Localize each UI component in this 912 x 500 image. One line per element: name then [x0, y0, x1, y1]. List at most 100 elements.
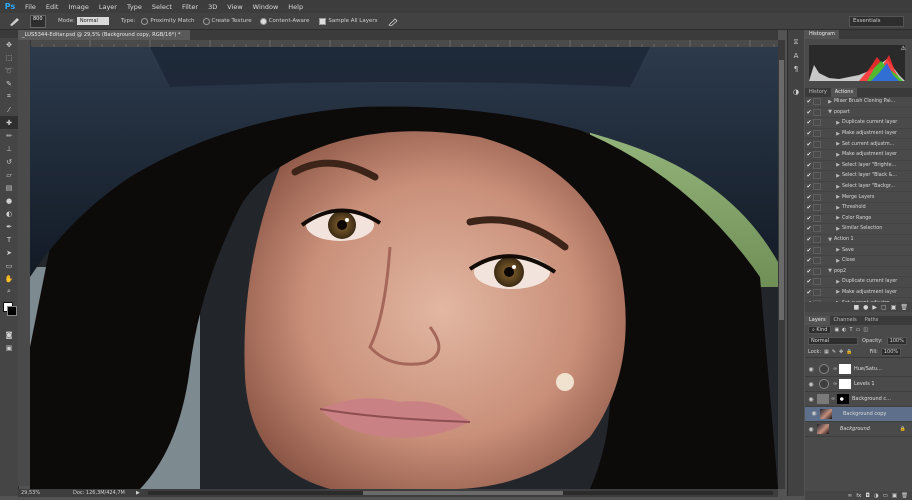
horizontal-scroll-thumb[interactable] — [363, 491, 563, 495]
action-enabled-check-icon[interactable]: ✔ — [805, 268, 813, 275]
document-tab[interactable]: _LUS5344-Editar.psd @ 29,5% (Background … — [18, 30, 190, 40]
action-enabled-check-icon[interactable]: ✔ — [805, 194, 813, 201]
tab-layers[interactable]: Layers — [805, 316, 830, 325]
dialog-toggle[interactable] — [813, 214, 821, 222]
filter-type-icon[interactable]: T — [850, 327, 853, 333]
layer-thumbnail[interactable] — [820, 409, 832, 419]
expanded-triangle-icon[interactable]: ▼ — [826, 109, 834, 115]
move-icon[interactable]: ✥ — [0, 38, 18, 51]
clone-stamp-icon[interactable]: ⊥ — [0, 142, 18, 155]
new-layer-icon[interactable]: ▣ — [892, 493, 897, 499]
new-action-icon[interactable]: ▣ — [891, 304, 897, 311]
layer-mask-thumbnail[interactable] — [839, 379, 851, 389]
quick-mask-icon[interactable]: ◙ — [0, 328, 18, 341]
action-row[interactable]: ✔ ▶ Merge Layers — [805, 192, 912, 203]
dialog-toggle[interactable] — [813, 225, 821, 233]
vertical-scrollbar[interactable] — [778, 40, 785, 489]
screen-mode-icon[interactable]: ▣ — [0, 341, 18, 354]
adjustment-layer-icon[interactable] — [819, 364, 829, 374]
menu-file[interactable]: File — [20, 3, 41, 11]
marquee-icon[interactable]: ⬚ — [0, 51, 18, 64]
dialog-toggle[interactable] — [813, 98, 821, 106]
dialog-toggle[interactable] — [813, 108, 821, 116]
action-row[interactable]: ✔ ▶ Make adjustment layer — [805, 129, 912, 140]
eyedropper-icon[interactable]: ⁄ — [0, 103, 18, 116]
action-enabled-check-icon[interactable]: ✔ — [805, 204, 813, 211]
menu-layer[interactable]: Layer — [94, 3, 122, 11]
adjustments-panel-icon[interactable]: ◑ — [788, 85, 804, 98]
dialog-toggle[interactable] — [813, 193, 821, 201]
action-row[interactable]: ✔ ▶ Make adjustment layer — [805, 150, 912, 161]
action-row[interactable]: ✔ ▶ Duplicate current layer — [805, 118, 912, 129]
collapsed-triangle-icon[interactable]: ▶ — [834, 205, 842, 211]
collapsed-triangle-icon[interactable]: ▶ — [834, 120, 842, 126]
dialog-toggle[interactable] — [813, 299, 821, 302]
action-row[interactable]: ✔ ▶ Threshold — [805, 203, 912, 214]
menu-3d[interactable]: 3D — [203, 3, 222, 11]
action-row[interactable]: ✔ ▼ Action 1 — [805, 235, 912, 246]
sample-all-layers-checkbox[interactable] — [319, 17, 327, 25]
lock-position-icon[interactable]: ✥ — [839, 349, 843, 355]
collapsed-triangle-icon[interactable]: ▶ — [834, 194, 842, 200]
visibility-eye-icon[interactable]: ◉ — [805, 426, 817, 433]
radio-content-aware[interactable] — [259, 17, 267, 25]
dialog-toggle[interactable] — [813, 288, 821, 296]
delete-layer-icon[interactable]: 🗑 — [901, 493, 908, 499]
menu-image[interactable]: Image — [63, 3, 93, 11]
collapsed-triangle-icon[interactable]: ▶ — [826, 99, 834, 105]
action-enabled-check-icon[interactable]: ✔ — [805, 247, 813, 254]
menu-view[interactable]: View — [222, 3, 247, 11]
dodge-icon[interactable]: ◐ — [0, 207, 18, 220]
action-row[interactable]: ✔ ▶ Similar Selection — [805, 224, 912, 235]
action-row[interactable]: ✔ ▶ Save — [805, 245, 912, 256]
menu-type[interactable]: Type — [122, 3, 147, 11]
workspace-switcher[interactable]: Essentials — [849, 16, 904, 27]
action-enabled-check-icon[interactable]: ✔ — [805, 162, 813, 169]
mode-select[interactable]: Normal — [76, 17, 109, 25]
action-enabled-check-icon[interactable]: ✔ — [805, 172, 813, 179]
collapsed-triangle-icon[interactable]: ▶ — [834, 300, 842, 302]
action-enabled-check-icon[interactable]: ✔ — [805, 98, 813, 105]
menu-window[interactable]: Window — [248, 3, 284, 11]
brush-icon[interactable]: ✏ — [0, 129, 18, 142]
layer-name[interactable]: Background copy — [843, 410, 886, 418]
filter-adjust-icon[interactable]: ◐ — [842, 327, 846, 333]
history-panel-icon[interactable]: ⧖ — [788, 36, 804, 49]
new-set-icon[interactable]: ▢ — [881, 304, 887, 311]
zoom-icon[interactable]: ⌕ — [0, 285, 18, 298]
stop-icon[interactable]: ■ — [853, 304, 859, 311]
action-row[interactable]: ✔ ▶ Make adjustment layer — [805, 288, 912, 299]
fill-input[interactable]: 100% — [880, 347, 902, 356]
dialog-toggle[interactable] — [813, 172, 821, 180]
shape-icon[interactable]: ▭ — [0, 259, 18, 272]
layer-name[interactable]: Background — [840, 426, 870, 432]
action-enabled-check-icon[interactable]: ✔ — [805, 109, 813, 116]
layer-mask-thumbnail[interactable] — [837, 394, 849, 404]
opacity-input[interactable]: 100% — [886, 336, 907, 345]
tab-histogram[interactable]: Histogram — [805, 30, 839, 39]
expanded-triangle-icon[interactable]: ▼ — [826, 268, 834, 274]
dialog-toggle[interactable] — [813, 119, 821, 127]
layer-name[interactable]: Background c... — [852, 396, 891, 402]
tool-preset-picker[interactable] — [8, 16, 20, 26]
collapsed-triangle-icon[interactable]: ▶ — [834, 173, 842, 179]
dialog-toggle[interactable] — [813, 257, 821, 265]
lock-transparent-icon[interactable]: ▦ — [824, 349, 829, 355]
filter-pixel-icon[interactable]: ▣ — [834, 327, 839, 333]
dialog-toggle[interactable] — [813, 267, 821, 275]
pressure-size-button[interactable] — [387, 17, 398, 26]
collapsed-triangle-icon[interactable]: ▶ — [834, 279, 842, 285]
action-row[interactable]: ✔ ▶ Select layer "Brighte... — [805, 161, 912, 172]
character-panel-icon[interactable]: A — [788, 49, 804, 62]
expanded-triangle-icon[interactable]: ▼ — [826, 237, 834, 243]
dialog-toggle[interactable] — [813, 183, 821, 191]
eraser-icon[interactable]: ▱ — [0, 168, 18, 181]
action-enabled-check-icon[interactable]: ✔ — [805, 289, 813, 296]
menu-help[interactable]: Help — [283, 3, 308, 11]
quick-select-icon[interactable]: ✎ — [0, 77, 18, 90]
action-row[interactable]: ✔ ▶ Color Range — [805, 214, 912, 225]
sample-all-layers[interactable]: Sample All Layers — [319, 17, 378, 25]
action-row[interactable]: ✔ ▼ pop2 — [805, 267, 912, 278]
doc-info[interactable]: Doc: 126,3M/424,7M — [73, 489, 125, 497]
filter-smart-icon[interactable]: ◫ — [863, 327, 868, 333]
